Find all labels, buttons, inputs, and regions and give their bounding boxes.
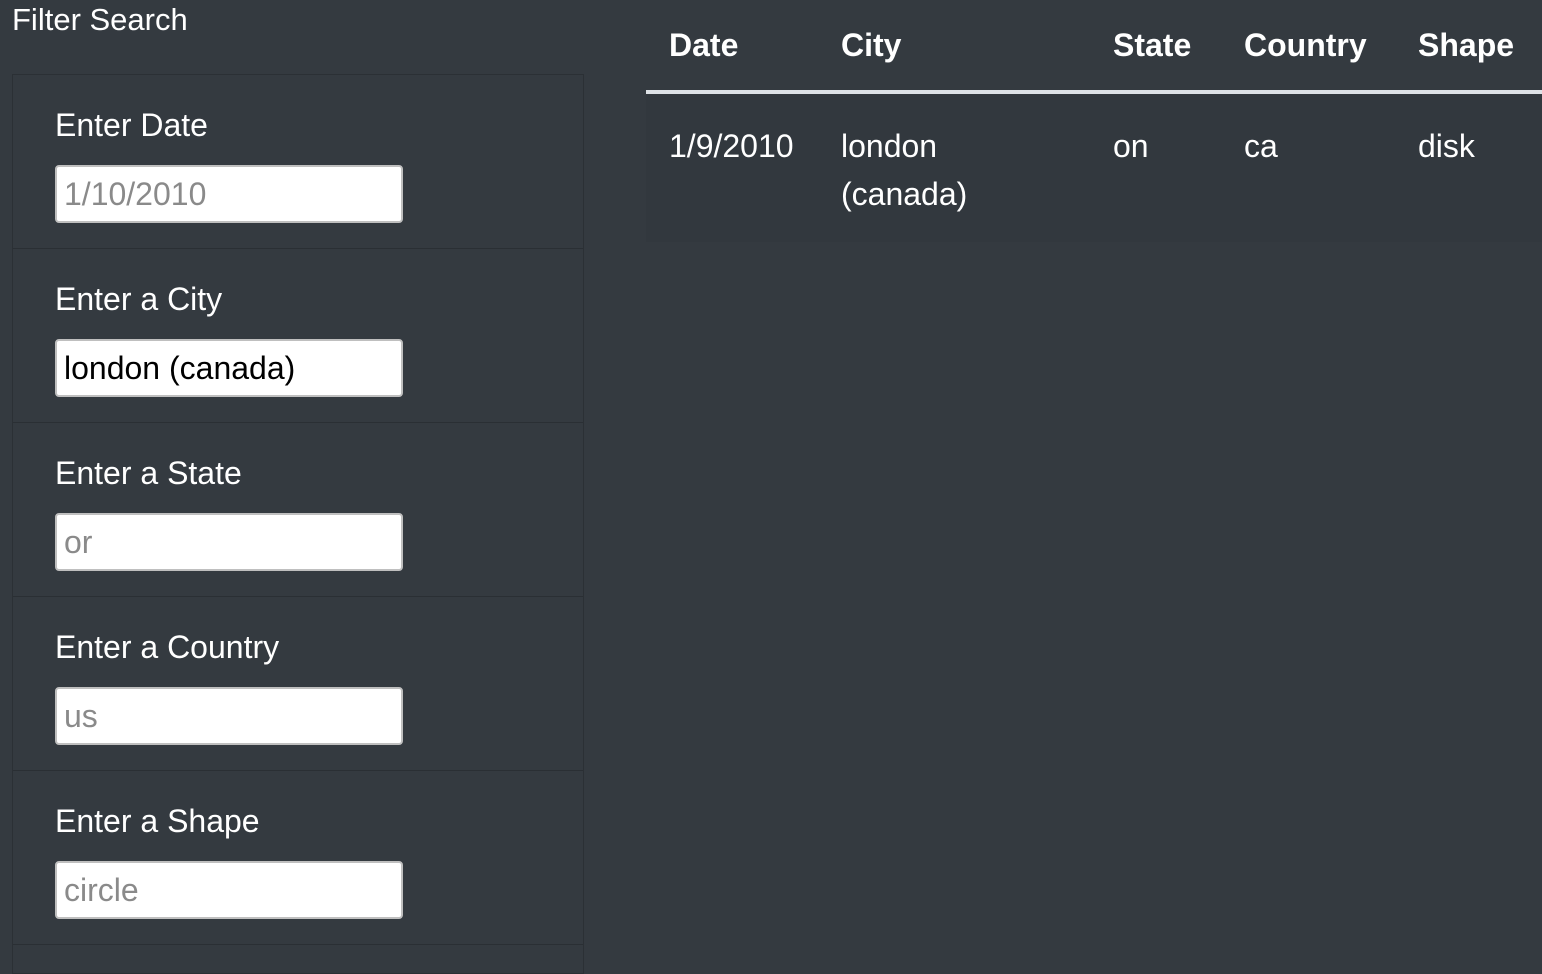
header-shape: Shape xyxy=(1395,0,1542,94)
date-input[interactable] xyxy=(55,165,403,223)
table-header-row: Date City State Country Shape xyxy=(646,0,1542,94)
header-country: Country xyxy=(1221,0,1395,94)
cell-shape: disk xyxy=(1395,92,1542,242)
city-label: Enter a City xyxy=(55,281,223,317)
header-city: City xyxy=(818,0,1090,94)
filter-item-shape: Enter a Shape xyxy=(13,771,583,945)
filter-item-date: Enter Date xyxy=(13,75,583,249)
filter-item-country: Enter a Country xyxy=(13,597,583,771)
filter-list: Enter Date Enter a City Enter a State En… xyxy=(12,74,584,974)
header-state: State xyxy=(1090,0,1221,94)
state-input[interactable] xyxy=(55,513,403,571)
shape-input[interactable] xyxy=(55,861,403,919)
cell-state: on xyxy=(1090,92,1221,242)
results-table: Date City State Country Shape 1/9/2010 l… xyxy=(646,0,1542,242)
filter-search-title: Filter Search xyxy=(12,2,188,37)
table-row: 1/9/2010 london (canada) on ca disk xyxy=(646,92,1542,242)
country-label: Enter a Country xyxy=(55,629,280,665)
country-input[interactable] xyxy=(55,687,403,745)
cell-city-text: london (canada) xyxy=(841,128,968,212)
cell-city: london (canada) xyxy=(818,92,1090,242)
cell-date: 1/9/2010 xyxy=(646,92,818,242)
header-date: Date xyxy=(646,0,818,94)
state-label: Enter a State xyxy=(55,455,242,491)
shape-label: Enter a Shape xyxy=(55,803,260,839)
filter-item-city: Enter a City xyxy=(13,249,583,423)
city-input[interactable] xyxy=(55,339,403,397)
cell-country: ca xyxy=(1221,92,1395,242)
date-label: Enter Date xyxy=(55,107,208,143)
filter-item-state: Enter a State xyxy=(13,423,583,597)
